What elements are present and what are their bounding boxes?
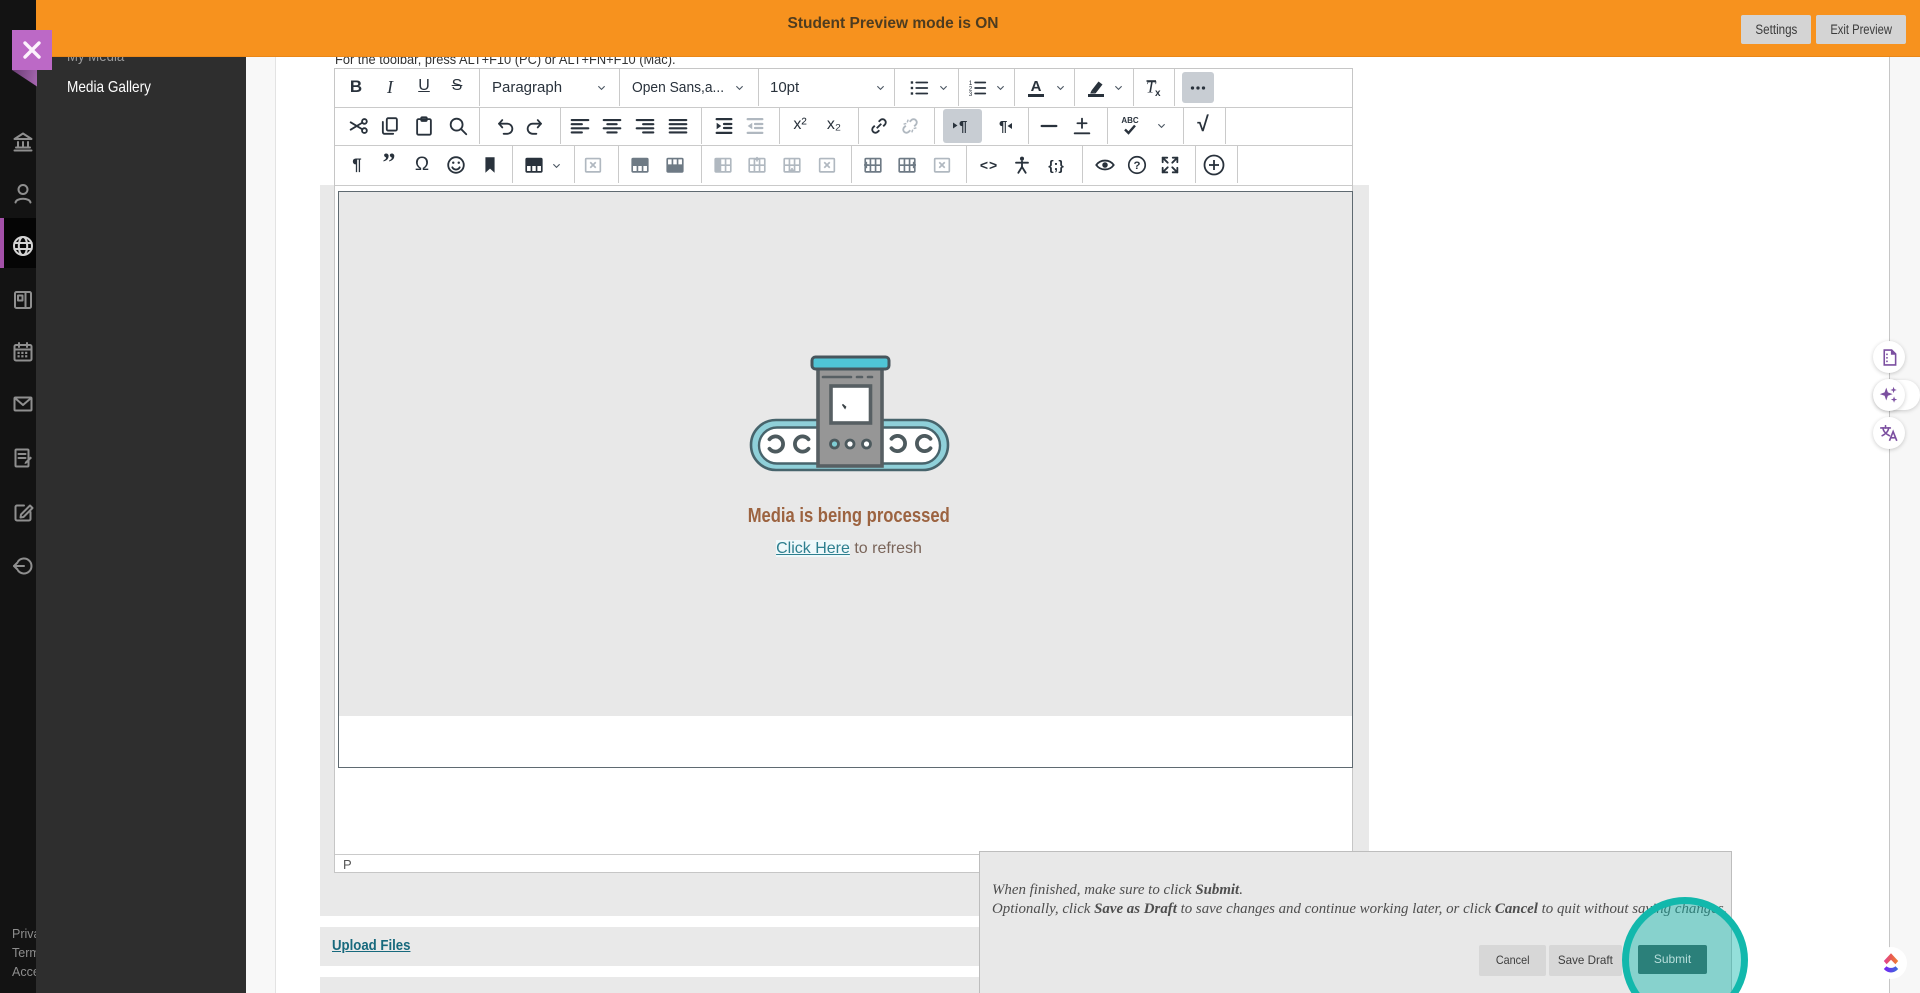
svg-text:A: A [1030,78,1041,95]
svg-text:3: 3 [968,90,972,97]
svg-text:ABC: ABC [1121,116,1139,125]
svg-text:x: x [1155,88,1161,99]
svg-text:¶: ¶ [959,118,967,135]
svg-text:¶: ¶ [999,118,1007,135]
svg-text:?: ? [1134,160,1141,172]
